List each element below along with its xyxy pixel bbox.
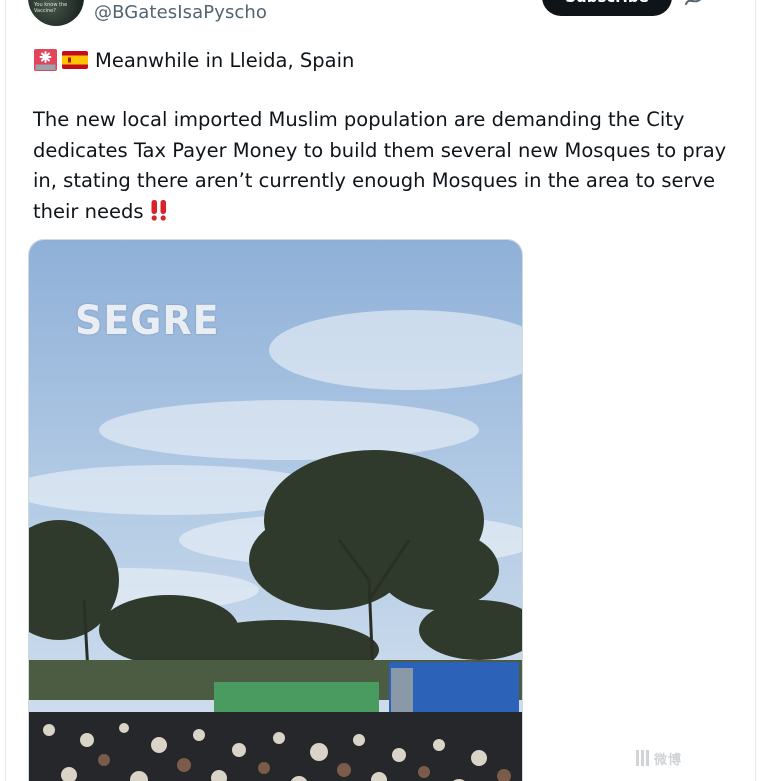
avatar-caption: You know the Vaccine? (34, 2, 68, 14)
double-exclamation-icon (151, 199, 166, 221)
watermark-bars-icon (636, 750, 649, 766)
subscribe-button[interactable]: Subscribe (542, 0, 672, 16)
tweet-body: The new local imported Muslim population… (33, 105, 733, 227)
tweet-card: You know the Vaccine? @BGatesIsaPyscho S… (5, 0, 756, 781)
spain-flag-icon (62, 51, 88, 69)
police-light-icon (34, 49, 57, 71)
site-watermark: 微博 (636, 748, 682, 768)
tweet-body-text: The new local imported Muslim population… (33, 108, 727, 223)
more-icon[interactable] (682, 0, 706, 8)
segre-watermark: SEGRE (75, 298, 220, 344)
user-handle[interactable]: @BGatesIsaPyscho (94, 2, 267, 23)
tweet-video[interactable]: SEGRE (28, 239, 523, 781)
site-watermark-text: 微博 (654, 752, 683, 768)
tweet-headline: Meanwhile in Lleida, Spain (33, 46, 354, 74)
avatar[interactable]: You know the Vaccine? (28, 0, 84, 26)
headline-text: Meanwhile in Lleida, Spain (95, 48, 355, 72)
